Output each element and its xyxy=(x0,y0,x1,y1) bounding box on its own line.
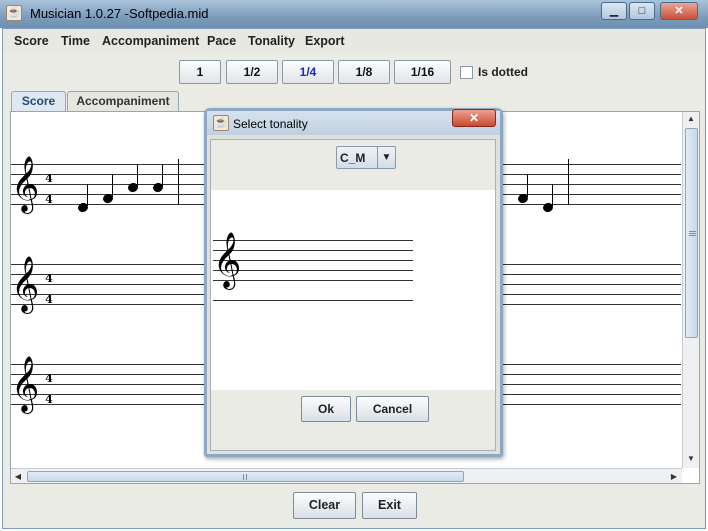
window-title: Musician 1.0.27 -Softpedia.mid xyxy=(30,6,209,21)
time-sig-top: 4 xyxy=(45,172,53,185)
note-stem xyxy=(87,184,88,206)
grip-icon xyxy=(689,231,696,236)
treble-clef-icon: 𝄞 xyxy=(11,356,40,412)
time-sig-bottom: 4 xyxy=(45,393,53,406)
window-titlebar[interactable]: ☕ Musician 1.0.27 -Softpedia.mid ▁ □ ✕ xyxy=(0,0,708,28)
duration-1-button[interactable]: 1 xyxy=(179,60,221,84)
menu-bar: Score Time Accompaniment Pace Tonality E… xyxy=(3,29,705,53)
time-sig-bottom: 4 xyxy=(45,293,53,306)
treble-clef-icon: 𝄞 xyxy=(213,232,242,288)
barline xyxy=(568,159,569,205)
maximize-button[interactable]: □ xyxy=(629,2,655,20)
staff-line xyxy=(213,270,413,271)
note-stem xyxy=(552,184,553,206)
tonality-preview: 𝄞 xyxy=(211,190,495,390)
staff-line xyxy=(213,250,413,251)
menu-accompaniment[interactable]: Accompaniment xyxy=(102,34,199,48)
dialog-close-button[interactable]: ✕ xyxy=(452,109,496,127)
treble-clef-icon: 𝄞 xyxy=(11,256,40,312)
dialog-titlebar[interactable]: ☕ Select tonality ✕ xyxy=(207,109,500,135)
menu-time[interactable]: Time xyxy=(61,34,90,48)
staff-line xyxy=(213,300,413,301)
duration-1-16-button[interactable]: 1/16 xyxy=(394,60,451,84)
duration-1-8-button[interactable]: 1/8 xyxy=(338,60,390,84)
duration-1-2-button[interactable]: 1/2 xyxy=(226,60,278,84)
note-stem xyxy=(112,175,113,197)
staff-line xyxy=(213,260,413,261)
close-button[interactable]: ✕ xyxy=(660,2,698,20)
tab-score[interactable]: Score xyxy=(11,91,66,112)
menu-score[interactable]: Score xyxy=(14,34,49,48)
vertical-scrollbar[interactable]: ▲ ▼ xyxy=(682,112,699,468)
scroll-up-icon[interactable]: ▲ xyxy=(683,112,699,126)
menu-pace[interactable]: Pace xyxy=(207,34,236,48)
minimize-button[interactable]: ▁ xyxy=(601,2,627,20)
scroll-right-icon[interactable]: ▶ xyxy=(667,469,681,483)
ok-button[interactable]: Ok xyxy=(301,396,351,422)
clear-button[interactable]: Clear xyxy=(293,492,356,519)
is-dotted-checkbox[interactable] xyxy=(460,66,473,79)
tonality-value: C_M xyxy=(340,151,366,165)
menu-tonality[interactable]: Tonality xyxy=(248,34,295,48)
dialog-body: C_M ▼ 𝄞 Ok Cancel xyxy=(210,139,496,451)
treble-clef-icon: 𝄞 xyxy=(11,156,40,212)
duration-1-4-button[interactable]: 1/4 xyxy=(282,60,334,84)
grip-icon xyxy=(243,474,248,480)
exit-button[interactable]: Exit xyxy=(362,492,417,519)
select-tonality-dialog: ☕ Select tonality ✕ C_M ▼ 𝄞 Ok Cancel xyxy=(204,108,503,457)
note-stem xyxy=(162,164,163,186)
staff-line xyxy=(213,240,413,241)
time-sig-bottom: 4 xyxy=(45,193,53,206)
note-stem xyxy=(137,164,138,186)
java-cup-icon: ☕ xyxy=(213,115,229,131)
time-sig-top: 4 xyxy=(45,272,53,285)
scroll-down-icon[interactable]: ▼ xyxy=(683,452,699,466)
time-sig-top: 4 xyxy=(45,372,53,385)
dialog-title: Select tonality xyxy=(233,117,308,131)
scroll-left-icon[interactable]: ◀ xyxy=(11,469,25,483)
menu-export[interactable]: Export xyxy=(305,34,345,48)
horizontal-scrollbar[interactable]: ◀ ▶ xyxy=(11,468,682,483)
java-cup-icon: ☕ xyxy=(6,5,22,21)
chevron-down-icon[interactable]: ▼ xyxy=(377,147,395,168)
tab-accompaniment[interactable]: Accompaniment xyxy=(67,91,179,111)
vertical-scroll-thumb[interactable] xyxy=(685,128,698,338)
barline xyxy=(178,159,179,205)
note-stem xyxy=(527,175,528,197)
cancel-button[interactable]: Cancel xyxy=(356,396,429,422)
horizontal-scroll-thumb[interactable] xyxy=(27,471,464,482)
staff-line xyxy=(213,280,413,281)
tonality-dropdown[interactable]: C_M ▼ xyxy=(336,146,396,169)
is-dotted-label: Is dotted xyxy=(478,65,528,79)
